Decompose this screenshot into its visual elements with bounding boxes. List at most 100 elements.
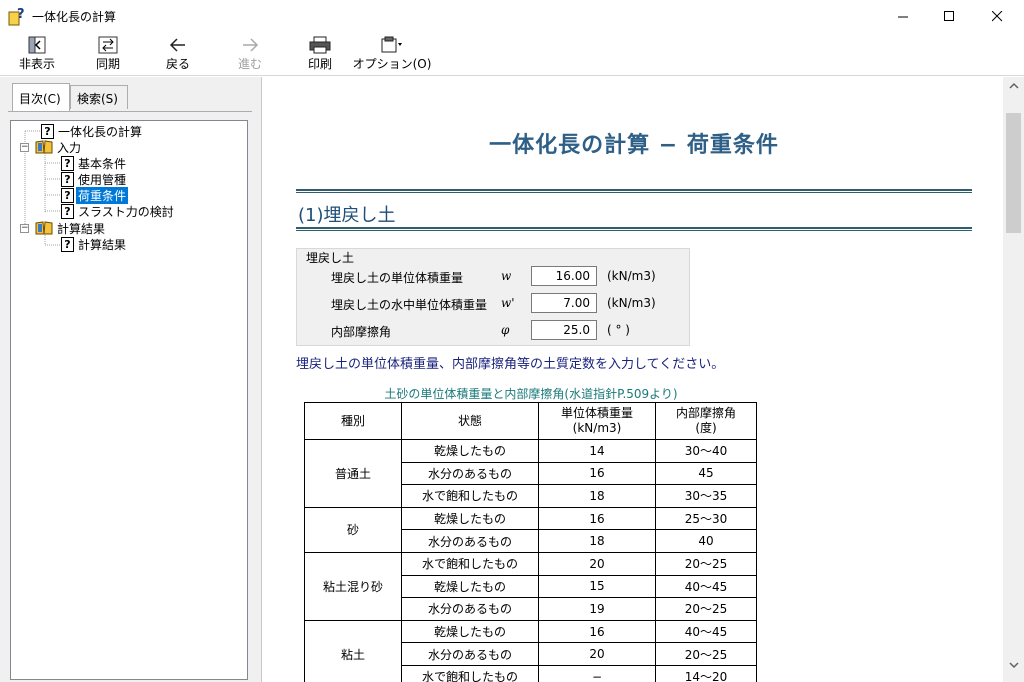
submerged-weight-input[interactable]: 7.00 <box>531 293 597 313</box>
close-icon <box>991 10 1002 21</box>
weight-cell: 14 <box>538 439 656 463</box>
section-rule-bottom <box>296 227 972 231</box>
header-weight: 単位体積重量 (kN/m3) <box>538 402 656 440</box>
friction-angle-row: 内部摩擦角 φ 25.0 ( ° ) <box>331 320 691 340</box>
maximize-button[interactable] <box>926 0 972 32</box>
angle-cell: 20〜25 <box>655 642 757 666</box>
tree-item-results[interactable]: ? 計算結果 <box>61 236 128 252</box>
tree-item-load[interactable]: ? 荷重条件 <box>61 186 129 204</box>
help-page-icon: ? <box>61 187 74 203</box>
weight-cell: 18 <box>538 529 656 553</box>
collapse-results-toggle[interactable]: − <box>20 224 29 233</box>
soil-type-cell: 砂 <box>304 506 402 553</box>
scroll-down-button[interactable] <box>1003 657 1024 674</box>
weight-cell: 20 <box>538 551 656 576</box>
state-cell: 乾燥したもの <box>401 574 539 599</box>
state-cell: 水で飽和したもの <box>401 664 539 682</box>
back-button[interactable]: 戻る <box>160 32 196 76</box>
collapse-input-toggle[interactable]: − <box>20 143 29 152</box>
submerged-weight-label: 埋戻し土の水中単位体積重量 <box>331 298 488 312</box>
table-caption: 土砂の単位体積重量と内部摩擦角(水道指針P.509より) <box>384 387 678 401</box>
sync-label: 同期 <box>95 57 120 71</box>
tree-item-thrust[interactable]: ? スラスト力の検討 <box>61 203 176 219</box>
chevron-up-icon <box>1008 82 1019 89</box>
submerged-weight-symbol: w' <box>501 296 515 310</box>
close-button[interactable] <box>974 0 1020 32</box>
friction-angle-label: 内部摩擦角 <box>331 325 392 339</box>
header-angle-label: 内部摩擦角 <box>675 406 736 420</box>
tree-item-results-book[interactable]: 計算結果 <box>35 220 107 236</box>
printer-icon <box>309 36 331 54</box>
tab-search[interactable]: 検索(S) <box>70 85 128 109</box>
help-page-icon: ? <box>61 203 74 219</box>
help-page-icon: ? <box>61 171 74 187</box>
toolbar: 非表示 同期 戻る 進む 印刷 オプション(O) <box>0 32 1024 76</box>
tree-item-pipe[interactable]: ? 使用管種 <box>61 171 128 187</box>
instruction-note: 埋戻し土の単位体積重量、内部摩擦角等の土質定数を入力してください。 <box>296 357 725 372</box>
angle-cell: 30〜35 <box>655 484 757 508</box>
content-scrollbar[interactable] <box>1003 77 1024 682</box>
tab-contents[interactable]: 目次(C) <box>12 83 70 111</box>
table-row: 粘土 乾燥したもの 16 40〜45 <box>304 619 757 682</box>
unit-weight-symbol: w <box>501 269 512 283</box>
contents-tree[interactable]: − − ? 一体化長の計算 入力 ? 基本条件 ? 使用管種 ? 荷重条件 ? … <box>10 120 248 680</box>
angle-cell: 40 <box>655 529 757 553</box>
options-button[interactable]: オプション(O) <box>353 32 431 76</box>
help-window: ? 一体化長の計算 非表示 同期 戻る 進む 印刷 オプション(O) 目次(C)… <box>0 0 1024 682</box>
page-title: 一体化長の計算 − 荷重条件 <box>489 133 779 158</box>
back-label: 戻る <box>165 57 190 71</box>
unit-weight-input[interactable]: 16.00 <box>531 266 597 286</box>
print-button[interactable]: 印刷 <box>302 32 338 76</box>
forward-button[interactable]: 進む <box>232 32 268 76</box>
back-arrow-icon <box>169 38 185 52</box>
submerged-weight-unit: (kN/m3) <box>607 296 656 310</box>
tree-item-label: 一体化長の計算 <box>58 124 143 139</box>
weight-cell: 19 <box>538 597 656 621</box>
tree-item-label: 基本条件 <box>78 156 127 171</box>
state-cell: 乾燥したもの <box>401 439 539 463</box>
state-cell: 乾燥したもの <box>401 619 539 644</box>
weight-cell: 18 <box>538 484 656 508</box>
help-page-icon: ? <box>41 123 54 139</box>
tree-item-calc[interactable]: ? 一体化長の計算 <box>41 123 144 139</box>
backfill-groupbox: 埋戻し土 埋戻し土の単位体積重量 w 16.00 (kN/m3) 埋戻し土の水中… <box>296 248 690 346</box>
scroll-thumb[interactable] <box>1006 113 1021 233</box>
angle-cell: 45 <box>655 461 757 486</box>
tree-item-label: 計算結果 <box>57 221 106 236</box>
tree-item-label: 荷重条件 <box>76 186 129 204</box>
angle-cell: 40〜45 <box>655 619 757 644</box>
svg-text:?: ? <box>17 7 25 22</box>
header-state: 状態 <box>401 402 539 440</box>
scroll-up-button[interactable] <box>1003 77 1024 94</box>
friction-angle-unit: ( ° ) <box>607 323 630 337</box>
section-rule-top <box>296 189 972 193</box>
minimize-button[interactable] <box>880 0 926 32</box>
tab-contents-label: 目次(C) <box>19 92 61 106</box>
section-title: (1)埋戻し土 <box>298 205 396 226</box>
chevron-down-icon <box>1008 662 1019 669</box>
sync-button[interactable]: 同期 <box>88 32 128 76</box>
maximize-icon <box>943 10 954 21</box>
tree-item-basic[interactable]: ? 基本条件 <box>61 155 128 171</box>
table-row: 普通土 乾燥したもの 14 30〜40 <box>304 439 757 508</box>
tree-item-label: 計算結果 <box>78 237 127 252</box>
state-cell: 水で飽和したもの <box>401 484 539 508</box>
tab-divider <box>8 111 252 112</box>
weight-cell: − <box>538 664 656 682</box>
state-cell: 水で飽和したもの <box>401 551 539 576</box>
submerged-weight-row: 埋戻し土の水中単位体積重量 w' 7.00 (kN/m3) <box>331 293 691 313</box>
angle-cell: 30〜40 <box>655 439 757 463</box>
minimize-icon <box>897 16 908 17</box>
soil-constants-table: 種別 状態 単位体積重量 (kN/m3) 内部摩擦角 (度) 普通土 乾燥したもの … <box>304 402 757 682</box>
hide-button[interactable]: 非表示 <box>16 32 58 76</box>
help-page-icon: ? <box>61 236 74 252</box>
table-row: 砂 乾燥したもの 16 25〜30 <box>304 506 757 553</box>
state-cell: 水分のあるもの <box>401 597 539 621</box>
tree-item-input[interactable]: 入力 <box>35 139 83 155</box>
header-angle-unit: (度) <box>695 421 717 435</box>
weight-cell: 16 <box>538 619 656 644</box>
print-label: 印刷 <box>307 57 332 71</box>
soil-type-cell: 粘土混り砂 <box>304 551 402 621</box>
friction-angle-input[interactable]: 25.0 <box>531 320 597 340</box>
angle-cell: 20〜25 <box>655 597 757 621</box>
